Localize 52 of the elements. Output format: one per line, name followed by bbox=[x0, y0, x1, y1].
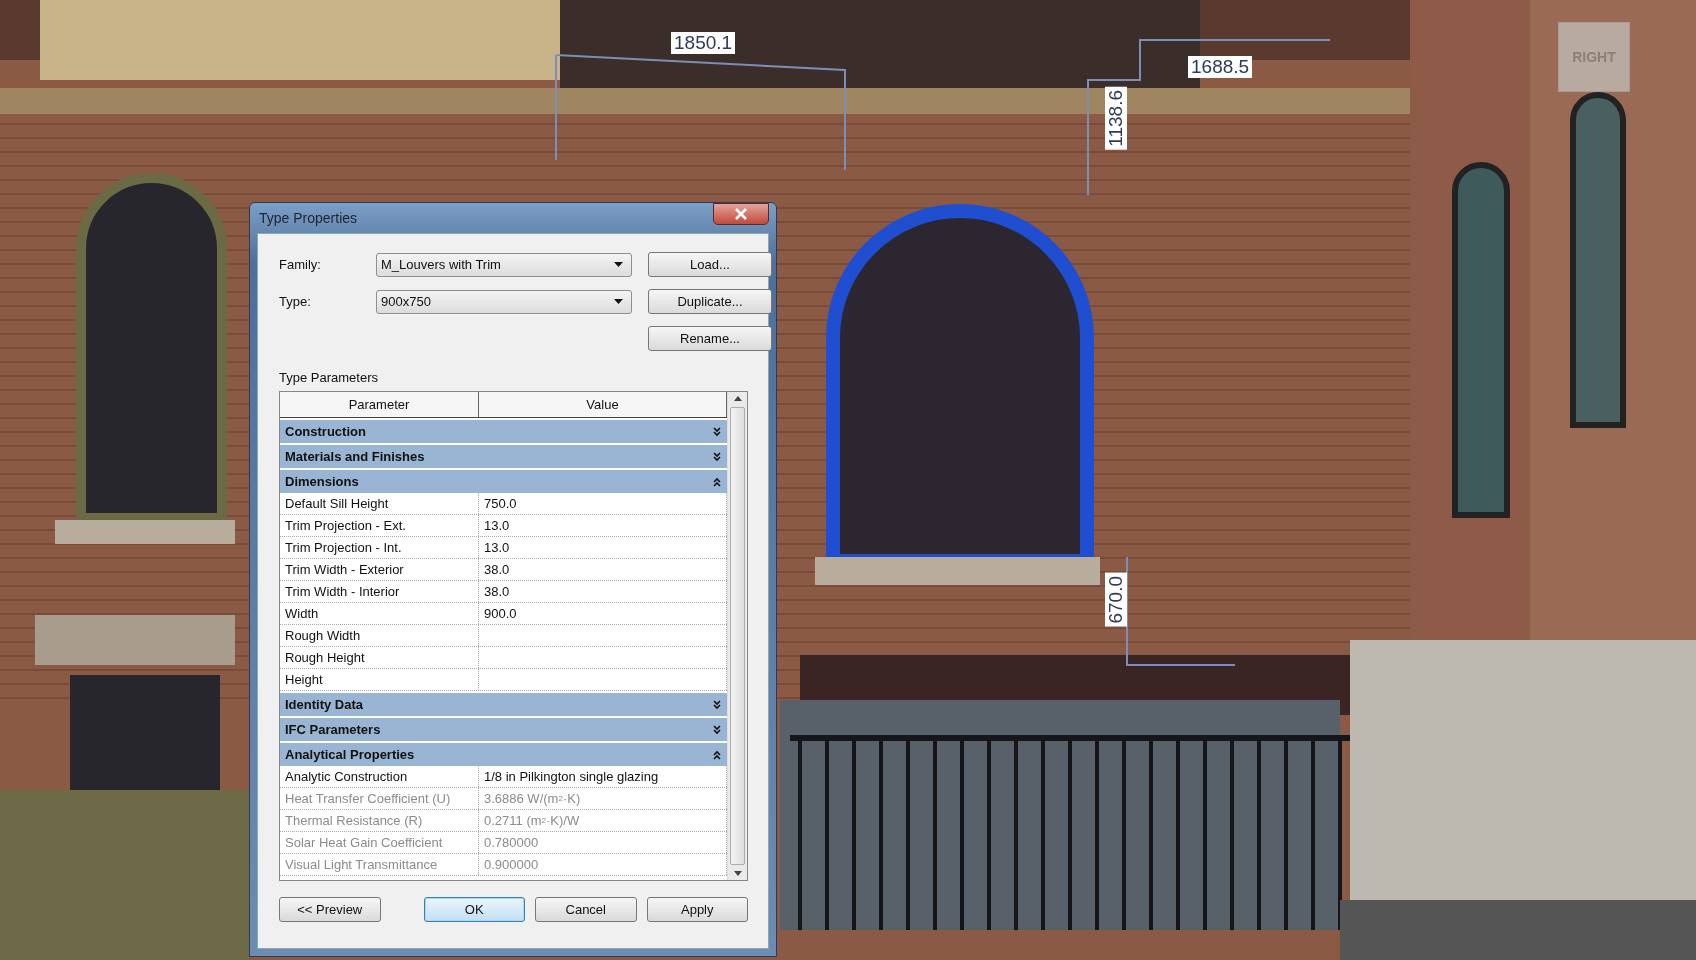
expand-chevron-icon bbox=[713, 426, 721, 437]
field-label: Family: bbox=[279, 257, 322, 272]
caret-icon bbox=[614, 299, 623, 304]
group-header[interactable]: Materials and Finishes bbox=[280, 445, 727, 468]
close-icon bbox=[735, 208, 747, 220]
group-header[interactable]: Analytical Properties bbox=[280, 743, 727, 766]
field-label: Type: bbox=[279, 294, 312, 309]
group-header[interactable]: Identity Data bbox=[280, 693, 727, 716]
column-header[interactable]: Parameter bbox=[280, 392, 479, 417]
dialog-button[interactable]: Load... bbox=[648, 252, 772, 277]
dimension-label: 1688.5 bbox=[1188, 56, 1253, 78]
dialog-button[interactable]: OK bbox=[423, 897, 525, 922]
scroll-down-icon bbox=[733, 871, 742, 876]
dimension-label: 670.0 bbox=[1105, 573, 1127, 627]
table-cell: Visual Light Transmittance bbox=[280, 854, 479, 875]
collapse-chevron-icon bbox=[713, 749, 721, 760]
table-cell: Solar Heat Gain Coefficient bbox=[280, 832, 479, 853]
table-cell: Trim Width - Interior bbox=[280, 581, 479, 602]
group-header[interactable]: IFC Parameters bbox=[280, 718, 727, 741]
family-dropdown[interactable]: M_Louvers with Trim bbox=[376, 252, 632, 277]
table-cell: Height bbox=[280, 669, 479, 690]
close-button[interactable] bbox=[713, 203, 769, 225]
dialog-button[interactable]: << Preview bbox=[279, 897, 381, 922]
group-header[interactable]: Dimensions bbox=[280, 470, 727, 493]
table-cell: Rough Width bbox=[280, 625, 479, 646]
table-cell: Width bbox=[280, 603, 479, 624]
dialog-button[interactable]: Rename... bbox=[648, 326, 772, 351]
dialog-button[interactable]: Duplicate... bbox=[648, 289, 772, 314]
expand-chevron-icon bbox=[713, 724, 721, 735]
expand-chevron-icon bbox=[713, 699, 721, 710]
dialog-button[interactable]: Cancel bbox=[535, 897, 637, 922]
scrollbar[interactable] bbox=[727, 392, 747, 880]
section-label: Type Parameters bbox=[279, 370, 379, 385]
expand-chevron-icon bbox=[713, 451, 721, 462]
group-header[interactable]: Construction bbox=[280, 420, 727, 443]
caret-icon bbox=[614, 262, 623, 267]
collapse-chevron-icon bbox=[713, 476, 721, 487]
column-header[interactable]: Value bbox=[479, 392, 727, 417]
window-title: Type Properties bbox=[258, 210, 358, 226]
dialog-button[interactable]: Apply bbox=[646, 897, 748, 922]
scroll-up-icon bbox=[733, 396, 742, 401]
table-cell: Trim Projection - Ext. bbox=[280, 515, 479, 536]
table-cell: Thermal Resistance (R) bbox=[280, 810, 479, 831]
dimension-label: 1138.6 bbox=[1105, 87, 1127, 150]
table-cell: Default Sill Height bbox=[280, 493, 479, 514]
table-cell: Trim Width - Exterior bbox=[280, 559, 479, 580]
table-cell: Heat Transfer Coefficient (U) bbox=[280, 788, 479, 809]
type-dropdown[interactable]: 900x750 bbox=[376, 289, 632, 314]
table-cell: Trim Projection - Int. bbox=[280, 537, 479, 558]
dimension-label: 1850.1 bbox=[671, 32, 736, 54]
table-cell: Rough Height bbox=[280, 647, 479, 668]
table-cell: Analytic Construction bbox=[280, 766, 479, 787]
